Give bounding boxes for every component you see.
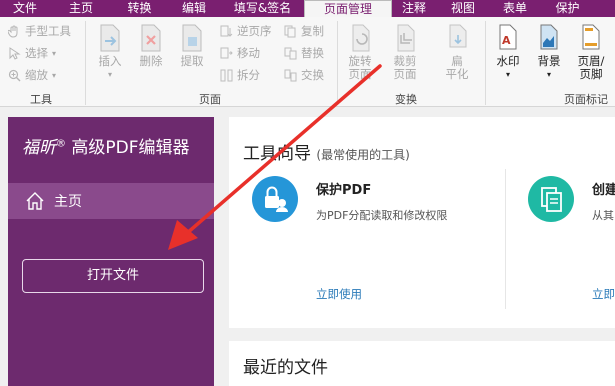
red-arrow-annotation [168, 64, 382, 250]
arrow-shaft [184, 64, 382, 236]
arrow-head [168, 220, 198, 250]
